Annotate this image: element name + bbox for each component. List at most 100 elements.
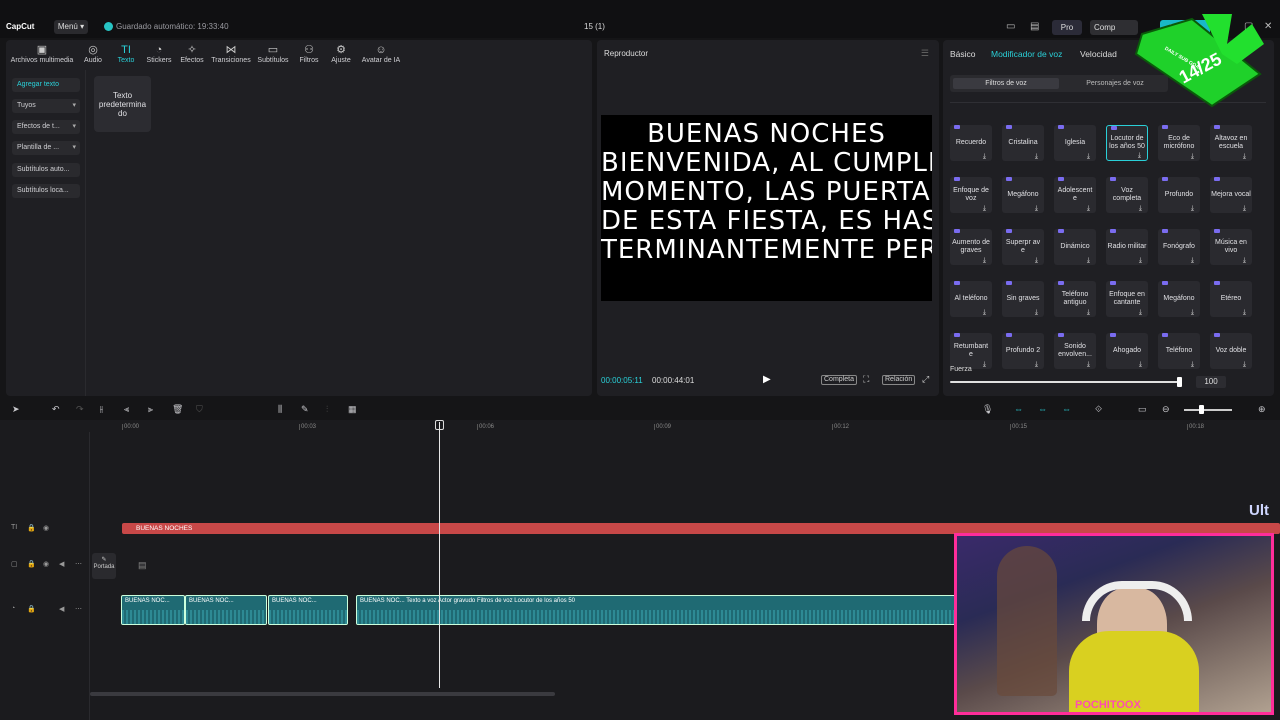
download-icon[interactable]: ⤓: [1035, 309, 1038, 316]
voice-filter-card[interactable]: Etéreo ⤓: [1210, 281, 1252, 317]
lock-icon[interactable]: 🔒: [27, 524, 36, 532]
voice-filter-card[interactable]: Ahogado ⤓: [1106, 333, 1148, 369]
timeline-scrollbar[interactable]: [90, 692, 555, 696]
subnav-add-text[interactable]: Agregar texto: [12, 78, 80, 92]
download-icon[interactable]: ⤓: [1139, 257, 1142, 264]
download-icon[interactable]: ⤓: [1139, 205, 1142, 212]
download-icon[interactable]: ⤓: [1035, 361, 1038, 368]
preview-axis-icon[interactable]: ⇔: [1062, 404, 1071, 414]
download-icon[interactable]: ⤓: [1191, 153, 1194, 160]
voice-filter-card[interactable]: Voz doble ⤓: [1210, 333, 1252, 369]
freeze-icon[interactable]: ⫼: [278, 404, 282, 415]
strength-slider-handle[interactable]: [1177, 377, 1182, 387]
layout-icon[interactable]: ▭: [1006, 21, 1015, 32]
voice-filter-card[interactable]: Altavoz en escuela ⤓: [1210, 125, 1252, 161]
voice-filter-card[interactable]: Recuerdo ⤓: [950, 125, 992, 161]
menu-icon[interactable]: ☰: [921, 48, 929, 59]
download-icon[interactable]: ⤓: [1139, 309, 1142, 316]
more-icon[interactable]: ⋯: [75, 605, 82, 613]
voice-filter-card[interactable]: Voz completa ⤓: [1106, 177, 1148, 213]
fullscreen-icon[interactable]: ⤢: [922, 374, 929, 385]
voice-filter-card[interactable]: Enfoque en cantante ⤓: [1106, 281, 1148, 317]
download-icon[interactable]: ⤓: [1243, 361, 1246, 368]
tab-media[interactable]: ▣ Archivos multimedia: [8, 44, 76, 64]
redo-icon[interactable]: ↷: [76, 404, 84, 415]
tab-voice-changer[interactable]: Modificador de voz: [991, 49, 1062, 59]
video-preview[interactable]: BUENAS NOCHES BIENVENIDA, AL CUMPLE MOME…: [601, 115, 932, 301]
download-icon[interactable]: ⤓: [1191, 205, 1194, 212]
tab-text[interactable]: TI Texto: [112, 44, 140, 64]
voice-filter-card[interactable]: Mejora vocal ⤓: [1210, 177, 1252, 213]
tab-filters[interactable]: ⚇ Filtros: [296, 44, 322, 64]
trim-right-icon[interactable]: ⫸: [148, 404, 153, 415]
download-icon[interactable]: ⤓: [1087, 361, 1090, 368]
voice-filter-card[interactable]: Aumento de graves ⤓: [950, 229, 992, 265]
voice-filter-card[interactable]: Dinámico ⤓: [1054, 229, 1096, 265]
trim-left-icon[interactable]: ⫷: [124, 404, 129, 415]
voice-filter-card[interactable]: Megáfono ⤓: [1002, 177, 1044, 213]
tab-speed[interactable]: Velocidad: [1080, 49, 1117, 59]
crop-icon[interactable]: ⛶: [863, 374, 869, 385]
download-icon[interactable]: ⤓: [1191, 309, 1194, 316]
zoom-in-icon[interactable]: ⊕: [1258, 404, 1266, 415]
tab-ai-avatar[interactable]: ☺ Avatar de IA: [360, 44, 402, 64]
download-icon[interactable]: ⤓: [1035, 153, 1038, 160]
shield-icon[interactable]: ⛉: [196, 404, 203, 415]
download-icon[interactable]: ⤓: [1035, 257, 1038, 264]
voice-filter-card[interactable]: Sin graves ⤓: [1002, 281, 1044, 317]
split-icon[interactable]: ⫲: [100, 404, 103, 415]
download-icon[interactable]: ⤓: [1087, 309, 1090, 316]
download-icon[interactable]: ⤓: [1087, 153, 1090, 160]
tab-effects[interactable]: ✧ Efectos: [178, 44, 206, 64]
download-icon[interactable]: ⤓: [1139, 361, 1142, 368]
select-icon[interactable]: ➤: [12, 404, 20, 415]
eye-icon[interactable]: ◉: [43, 560, 49, 568]
cover-button[interactable]: ✎ Portada: [92, 553, 116, 579]
voice-filter-card[interactable]: Megáfono ⤓: [1158, 281, 1200, 317]
subnav-mine[interactable]: Tuyos ▾: [12, 99, 80, 113]
voice-filter-card[interactable]: Fonógrafo ⤓: [1158, 229, 1200, 265]
download-icon[interactable]: ⤓: [1138, 152, 1141, 159]
full-quality-button[interactable]: Completa: [821, 375, 857, 385]
strength-value[interactable]: 100: [1196, 376, 1226, 388]
caption-icon[interactable]: ▭: [1138, 404, 1147, 415]
subnav-text-effects[interactable]: Efectos de t... ▾: [12, 120, 80, 134]
pro-button[interactable]: Pro: [1052, 20, 1082, 35]
zoom-out-icon[interactable]: ⊖: [1162, 404, 1170, 415]
download-icon[interactable]: ⤓: [1243, 205, 1246, 212]
tab-adjust[interactable]: ⚙ Ajuste: [328, 44, 354, 64]
lock-icon[interactable]: 🔒: [27, 560, 36, 568]
voice-filter-card[interactable]: Radio militar ⤓: [1106, 229, 1148, 265]
voice-filter-card[interactable]: Locutor de los años 50 ⤓: [1106, 125, 1148, 161]
download-icon[interactable]: ⤓: [1243, 257, 1246, 264]
magic-icon[interactable]: ✎: [301, 404, 309, 415]
audio-clip[interactable]: BUENAS NOC...: [185, 595, 267, 625]
zoom-slider-handle[interactable]: [1199, 405, 1204, 414]
delete-icon[interactable]: 🗑: [172, 404, 183, 415]
voice-filter-card[interactable]: Iglesia ⤓: [1054, 125, 1096, 161]
download-icon[interactable]: ⤓: [1087, 257, 1090, 264]
share-button[interactable]: Comp: [1090, 20, 1138, 35]
eye-icon[interactable]: ◉: [43, 524, 49, 532]
download-icon[interactable]: ⤓: [1243, 153, 1246, 160]
segment-voice-filters[interactable]: Filtros de voz: [953, 78, 1059, 89]
audio-clip[interactable]: BUENAS NOC...: [121, 595, 185, 625]
voice-filter-card[interactable]: Adolescent e ⤓: [1054, 177, 1096, 213]
voice-filter-card[interactable]: Eco de micrófono ⤓: [1158, 125, 1200, 161]
voice-filter-card[interactable]: Al teléfono ⤓: [950, 281, 992, 317]
subnav-auto-subtitles[interactable]: Subtítulos auto...: [12, 163, 80, 177]
volume-icon[interactable]: ◀: [59, 605, 64, 613]
strength-slider[interactable]: [950, 381, 1180, 383]
default-text-preset[interactable]: Texto predetermina do: [94, 76, 151, 132]
tab-stickers[interactable]: ◔ Stickers: [144, 44, 174, 64]
audio-clip[interactable]: BUENAS NOC...: [268, 595, 348, 625]
download-icon[interactable]: ⤓: [1191, 361, 1194, 368]
mic-icon[interactable]: 🎙: [982, 404, 993, 415]
tab-audio[interactable]: ◎ Audio: [80, 44, 106, 64]
download-icon[interactable]: ⤓: [983, 153, 986, 160]
download-icon[interactable]: ⤓: [983, 257, 986, 264]
menu-button[interactable]: Menú ▾: [54, 20, 88, 34]
lock-icon[interactable]: 🔒: [27, 605, 36, 613]
tab-basic[interactable]: Básico: [950, 49, 976, 59]
subnav-local-subtitles[interactable]: Subtítulos loca...: [12, 184, 80, 198]
